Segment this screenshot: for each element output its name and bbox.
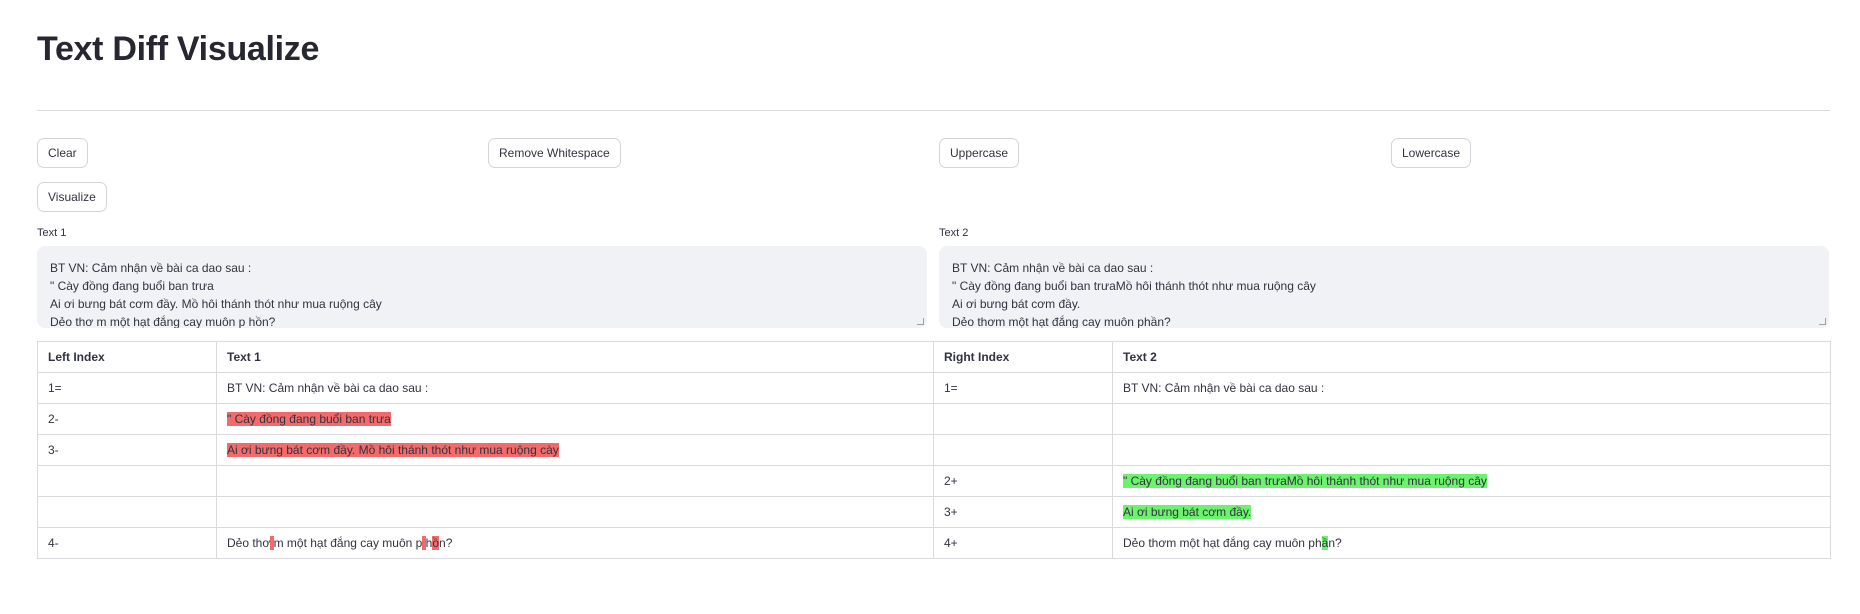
text2-label: Text 2 xyxy=(939,227,969,239)
text-segment: n? xyxy=(1328,536,1342,550)
text1-line: " Cày đồng đang buổi ban trưa xyxy=(50,279,214,293)
right-index-cell xyxy=(933,403,1113,435)
deleted-text: " Cày đồng đang buổi ban trưa xyxy=(227,412,391,426)
diff-table: Left Index Text 1 Right Index Text 2 1= … xyxy=(37,341,1831,559)
deleted-text: Ai ơi bưng bát cơm đầy. Mồ hôi thánh thó… xyxy=(227,443,559,457)
resize-handle-icon[interactable] xyxy=(1819,318,1826,325)
text2-textarea[interactable]: BT VN: Cảm nhận về bài ca dao sau : " Cà… xyxy=(939,246,1829,328)
text2-line: " Cày đồng đang buổi ban trưaMồ hôi thán… xyxy=(952,279,1316,293)
text-segment: m một hạt đắng cay muôn p xyxy=(273,536,423,550)
divider xyxy=(37,110,1830,111)
header-text2: Text 2 xyxy=(1112,341,1831,373)
right-text-cell xyxy=(1112,403,1831,435)
right-text-cell: " Cày đồng đang buổi ban trưaMồ hôi thán… xyxy=(1112,465,1831,497)
text1-line: Dẻo thơ m một hạt đắng cay muôn p hồn? xyxy=(50,315,276,328)
page-title: Text Diff Visualize xyxy=(37,30,320,68)
added-text: " Cày đồng đang buổi ban trưaMồ hôi thán… xyxy=(1123,474,1487,488)
header-right-index: Right Index xyxy=(933,341,1113,373)
lowercase-button[interactable]: Lowercase xyxy=(1391,138,1472,168)
right-text-cell: BT VN: Cảm nhận về bài ca dao sau : xyxy=(1112,372,1831,404)
remove-whitespace-button[interactable]: Remove Whitespace xyxy=(488,138,621,168)
diff-table-header-row: Left Index Text 1 Right Index Text 2 xyxy=(37,341,1831,373)
visualize-button[interactable]: Visualize xyxy=(37,182,107,212)
text-segment: Dẻo thơ xyxy=(227,536,271,550)
right-index-cell: 4+ xyxy=(933,527,1113,559)
text2-line: BT VN: Cảm nhận về bài ca dao sau : xyxy=(952,261,1154,275)
left-index-cell xyxy=(37,465,217,497)
text2-line: Ai ơi bưng bát cơm đầy. xyxy=(952,297,1081,311)
left-index-cell: 2- xyxy=(37,403,217,435)
left-index-cell: 4- xyxy=(37,527,217,559)
diff-row-deleted: 3- Ai ơi bưng bát cơm đầy. Mồ hôi thánh … xyxy=(37,434,1831,466)
diff-row-deleted: 2- " Cày đồng đang buổi ban trưa xyxy=(37,403,1831,435)
resize-handle-icon[interactable] xyxy=(917,318,924,325)
right-text-cell xyxy=(1112,434,1831,466)
text-segment: n? xyxy=(439,536,453,550)
left-text-cell xyxy=(216,496,934,528)
uppercase-button[interactable]: Uppercase xyxy=(939,138,1020,168)
left-index-cell xyxy=(37,496,217,528)
right-text-cell: Dẻo thơm một hạt đắng cay muôn phần? xyxy=(1112,527,1831,559)
diff-row-added: 2+ " Cày đồng đang buổi ban trưaMồ hôi t… xyxy=(37,465,1831,497)
diff-row-equal: 1= BT VN: Cảm nhận về bài ca dao sau : 1… xyxy=(37,372,1831,404)
left-text-cell: BT VN: Cảm nhận về bài ca dao sau : xyxy=(216,372,934,404)
left-text-cell: " Cày đồng đang buổi ban trưa xyxy=(216,403,934,435)
diff-row-added: 3+ Ai ơi bưng bát cơm đầy. xyxy=(37,496,1831,528)
right-text-cell: Ai ơi bưng bát cơm đầy. xyxy=(1112,496,1831,528)
text-segment: Dẻo thơm một hạt đắng cay muôn ph xyxy=(1123,536,1322,550)
left-text-cell: Dẻo thơ m một hạt đắng cay muôn p hồn? xyxy=(216,527,934,559)
diff-row-changed: 4- Dẻo thơ m một hạt đắng cay muôn p hồn… xyxy=(37,527,1831,559)
left-text-cell: Ai ơi bưng bát cơm đầy. Mồ hôi thánh thó… xyxy=(216,434,934,466)
text1-line: BT VN: Cảm nhận về bài ca dao sau : xyxy=(50,261,252,275)
text1-textarea[interactable]: BT VN: Cảm nhận về bài ca dao sau : " Cà… xyxy=(37,246,927,328)
left-index-cell: 3- xyxy=(37,434,217,466)
text1-line: Ai ơi bưng bát cơm đầy. Mồ hôi thánh thó… xyxy=(50,297,382,311)
right-index-cell: 1= xyxy=(933,372,1113,404)
added-text: Ai ơi bưng bát cơm đầy. xyxy=(1123,505,1252,519)
header-left-index: Left Index xyxy=(37,341,217,373)
text1-label: Text 1 xyxy=(37,227,67,239)
right-index-cell: 2+ xyxy=(933,465,1113,497)
left-index-cell: 1= xyxy=(37,372,217,404)
right-index-cell xyxy=(933,434,1113,466)
right-index-cell: 3+ xyxy=(933,496,1113,528)
text2-line: Dẻo thơm một hạt đắng cay muôn phần? xyxy=(952,315,1171,328)
header-text1: Text 1 xyxy=(216,341,934,373)
left-text-cell xyxy=(216,465,934,497)
clear-button[interactable]: Clear xyxy=(37,138,88,168)
